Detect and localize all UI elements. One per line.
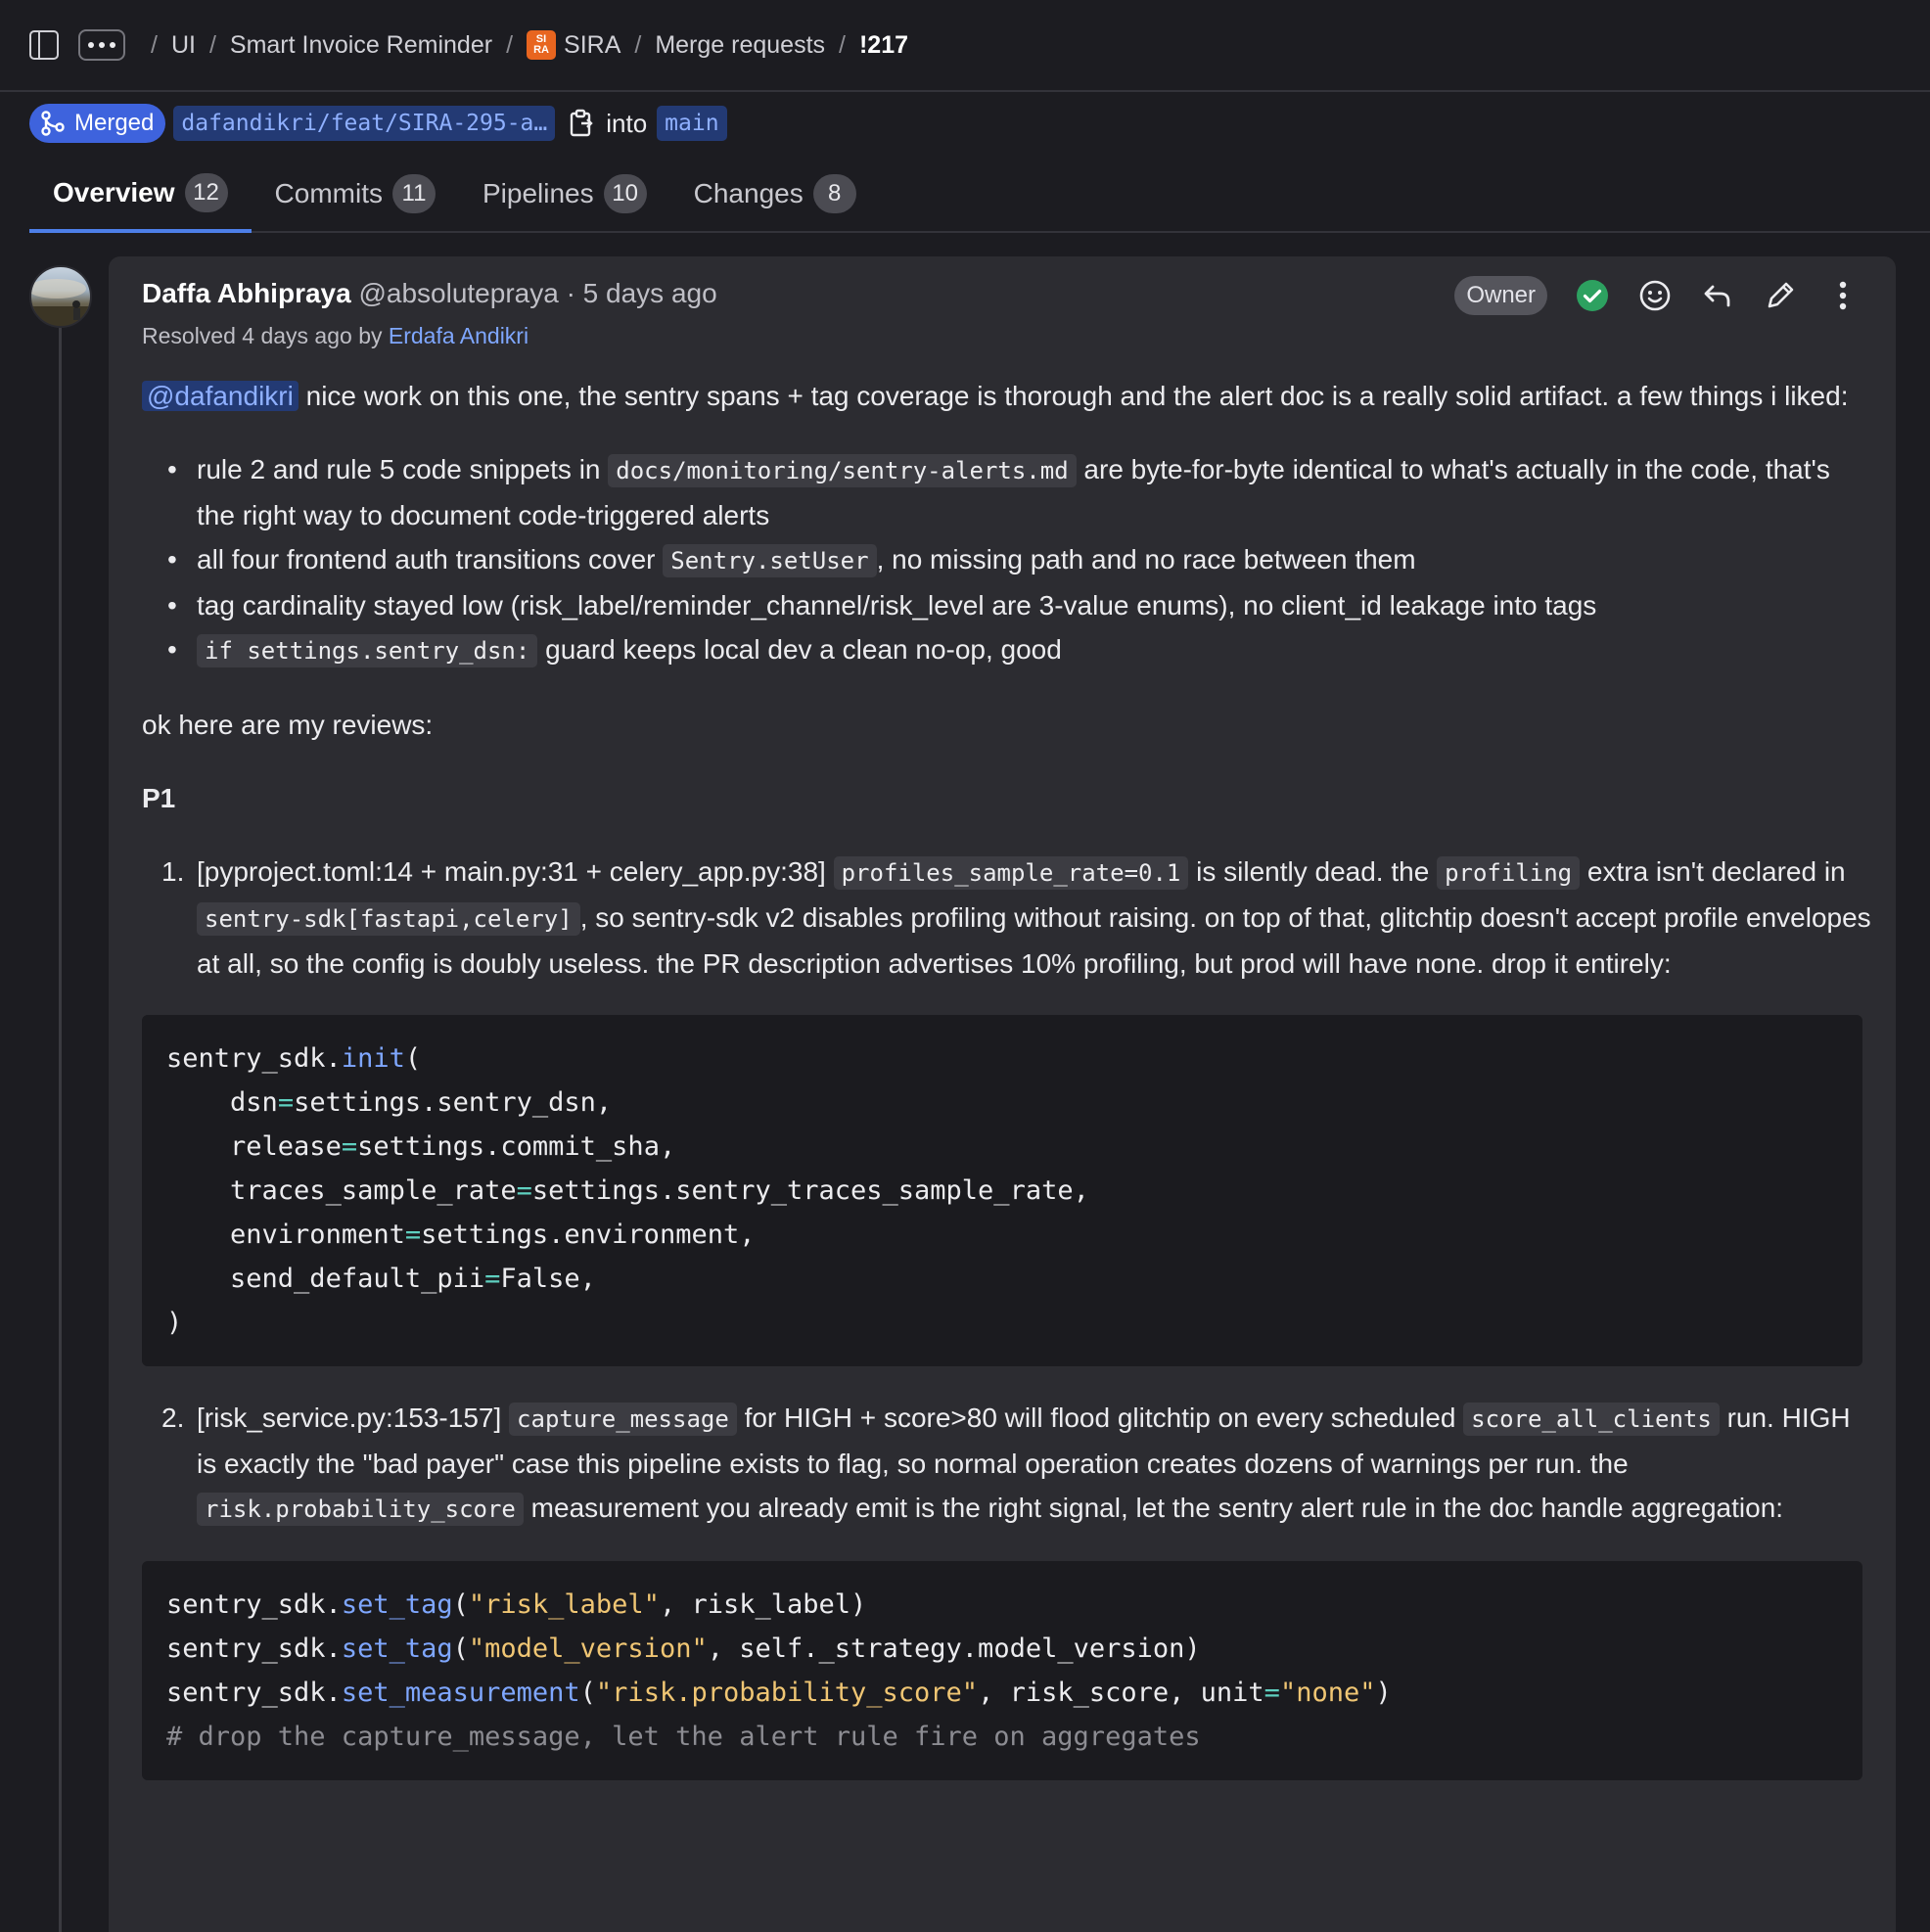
add-reaction-icon[interactable]	[1637, 278, 1673, 313]
target-branch-chip[interactable]: main	[657, 106, 727, 141]
review-item-1: 1. [pyproject.toml:14 + main.py:31 + cel…	[142, 850, 1874, 1366]
inline-code: Sentry.setUser	[663, 544, 877, 577]
reply-icon[interactable]	[1700, 278, 1735, 313]
note-actions: Owner	[1454, 276, 1861, 315]
breadcrumb-smart-invoice-reminder[interactable]: Smart Invoice Reminder	[230, 31, 492, 60]
copy-branch-icon[interactable]	[569, 109, 594, 138]
inline-code: docs/monitoring/sentry-alerts.md	[608, 454, 1077, 487]
list-item: tag cardinality stayed low (risk_label/r…	[142, 583, 1874, 627]
merged-status-label: Merged	[74, 110, 155, 136]
tab-count: 8	[812, 174, 856, 213]
inline-code: score_all_clients	[1463, 1403, 1720, 1436]
resolved-line: Resolved 4 days ago by Erdafa Andikri	[142, 323, 529, 348]
review-item-2: 2. [risk_service.py:153-157] capture_mes…	[142, 1396, 1874, 1780]
inline-code: risk.probability_score	[197, 1493, 524, 1526]
inline-code: capture_message	[509, 1403, 737, 1436]
intro-paragraph: @dafandikri nice work on this one, the s…	[142, 374, 1874, 418]
breadcrumb-ui[interactable]: UI	[171, 31, 196, 60]
tab-changes[interactable]: Changes 8	[670, 157, 880, 231]
inline-code: profiling	[1437, 856, 1581, 890]
code-block-init[interactable]: sentry_sdk.init( dsn=settings.sentry_dsn…	[142, 1015, 1862, 1366]
note-timestamp[interactable]: · 5 days ago	[567, 278, 717, 308]
resolved-by-link[interactable]: Erdafa Andikri	[389, 323, 528, 348]
tab-count: 11	[391, 174, 436, 213]
list-item: all four frontend auth transitions cover…	[142, 537, 1874, 583]
tab-commits[interactable]: Commits 11	[252, 157, 459, 231]
avatar-photo-icon	[31, 279, 90, 326]
timeline-line	[59, 323, 62, 1932]
note-header: Daffa Abhipraya @absolutepraya · 5 days …	[142, 278, 717, 309]
code-block-tags[interactable]: sentry_sdk.set_tag("risk_label", risk_la…	[142, 1561, 1862, 1780]
source-branch-chip[interactable]: dafandikri/feat/SIRA-295-a…	[173, 106, 556, 141]
note-body: @dafandikri nice work on this one, the s…	[142, 374, 1874, 1810]
author-avatar[interactable]	[29, 265, 92, 328]
tab-overview[interactable]: Overview 12	[29, 157, 252, 233]
author-name[interactable]: Daffa Abhipraya	[142, 278, 351, 308]
resolved-check-icon[interactable]	[1575, 278, 1610, 313]
more-breadcrumbs-button[interactable]	[78, 29, 125, 61]
list-item: rule 2 and rule 5 code snippets in docs/…	[142, 447, 1874, 537]
into-label: into	[606, 108, 648, 138]
user-mention[interactable]: @dafandikri	[142, 381, 299, 411]
sidebar-toggle-icon[interactable]	[29, 30, 59, 60]
mr-status-row: Merged dafandikri/feat/SIRA-295-a… into …	[29, 102, 727, 145]
tab-count: 12	[184, 173, 228, 212]
inline-code: sentry-sdk[fastapi,celery]	[197, 902, 580, 936]
project-avatar-icon: SI RA	[527, 30, 557, 60]
priority-heading: P1	[142, 783, 176, 813]
review-note: Daffa Abhipraya @absolutepraya · 5 days …	[109, 256, 1896, 1932]
merge-icon	[41, 111, 65, 136]
edit-pencil-icon[interactable]	[1763, 278, 1798, 313]
list-item: if settings.sentry_dsn: guard keeps loca…	[142, 627, 1874, 673]
reviews-list: 1. [pyproject.toml:14 + main.py:31 + cel…	[142, 850, 1874, 1780]
mr-tabs: Overview 12 Commits 11 Pipelines 10 Chan…	[29, 157, 1930, 233]
inline-code: profiles_sample_rate=0.1	[833, 856, 1189, 890]
breadcrumb-current-mr[interactable]: !217	[859, 31, 908, 60]
inline-code: if settings.sentry_dsn:	[197, 634, 538, 667]
tab-pipelines[interactable]: Pipelines 10	[459, 157, 670, 231]
breadcrumb-sira[interactable]: SIRA	[564, 31, 620, 60]
reviews-intro: ok here are my reviews:	[142, 710, 434, 740]
breadcrumb-merge-requests[interactable]: Merge requests	[655, 31, 825, 60]
breadcrumb-bar: / UI / Smart Invoice Reminder / SI RA SIR…	[0, 0, 1930, 92]
author-handle[interactable]: @absolutepraya	[358, 278, 558, 308]
tab-count: 10	[603, 174, 647, 213]
more-actions-icon[interactable]	[1825, 278, 1861, 313]
merged-status-badge: Merged	[29, 104, 166, 143]
likes-list: rule 2 and rule 5 code snippets in docs/…	[142, 447, 1874, 673]
owner-badge: Owner	[1454, 276, 1547, 315]
